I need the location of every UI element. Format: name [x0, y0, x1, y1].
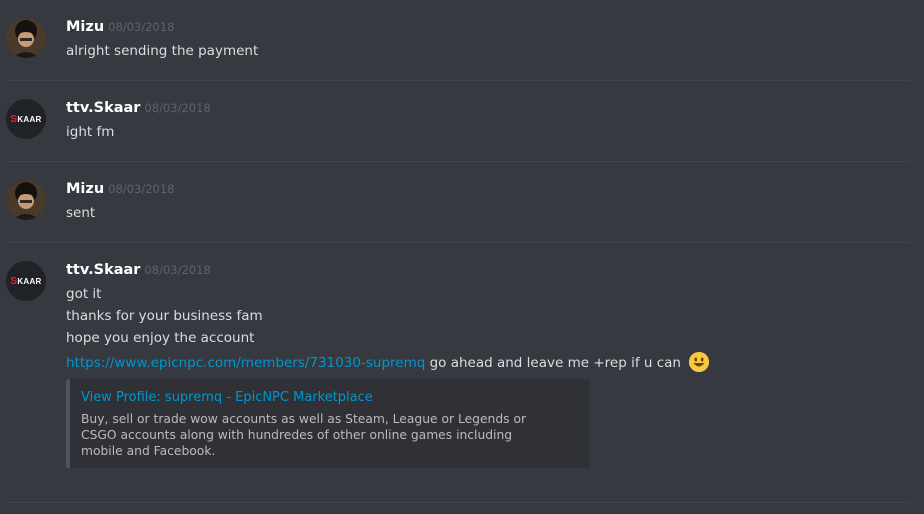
username[interactable]: Mizu 08/03/2018	[66, 181, 174, 197]
message-text: go ahead and leave me +rep if u can	[429, 355, 681, 371]
avatar[interactable]	[6, 180, 46, 220]
message-text: got it	[66, 286, 102, 302]
avatar[interactable]	[6, 18, 46, 58]
username-text[interactable]: ttv.Skaar	[66, 100, 140, 116]
message-text: ight fm	[66, 124, 115, 140]
username-text[interactable]: Mizu	[66, 181, 104, 197]
username[interactable]: Mizu 08/03/2018	[66, 19, 174, 35]
skaar-logo: SKAAR	[10, 113, 42, 125]
skaar-logo: SKAAR	[10, 275, 42, 287]
embed-description: Buy, sell or trade wow accounts as well …	[81, 412, 527, 458]
message-divider	[6, 242, 910, 243]
message-link-line: https://www.epicnpc.com/members/731030-s…	[66, 352, 710, 372]
smiley-emoji-icon[interactable]	[689, 352, 710, 372]
username[interactable]: ttv.Skaar 08/03/2018	[66, 100, 211, 116]
link-embed: View Profile: supremq - EpicNPC Marketpl…	[66, 379, 590, 468]
timestamp: 08/03/2018	[108, 20, 175, 34]
message-text: sent	[66, 205, 96, 221]
timestamp: 08/03/2018	[108, 182, 175, 196]
message-text: thanks for your business fam	[66, 308, 263, 324]
message-divider	[6, 161, 910, 162]
username[interactable]: ttv.Skaar 08/03/2018	[66, 262, 211, 278]
message-text: hope you enjoy the account	[66, 330, 255, 346]
message-divider	[6, 80, 910, 81]
message-link[interactable]: https://www.epicnpc.com/members/731030-s…	[66, 355, 425, 371]
timestamp: 08/03/2018	[144, 101, 211, 115]
username-text[interactable]: ttv.Skaar	[66, 262, 140, 278]
embed-title-link[interactable]: View Profile: supremq - EpicNPC Marketpl…	[81, 390, 373, 405]
message-text: alright sending the payment	[66, 43, 259, 59]
timestamp: 08/03/2018	[144, 263, 211, 277]
message-divider	[6, 502, 910, 503]
avatar-image	[6, 18, 46, 58]
avatar[interactable]: SKAAR	[6, 261, 46, 301]
avatar-image	[6, 180, 46, 220]
username-text[interactable]: Mizu	[66, 19, 104, 35]
avatar[interactable]: SKAAR	[6, 99, 46, 139]
